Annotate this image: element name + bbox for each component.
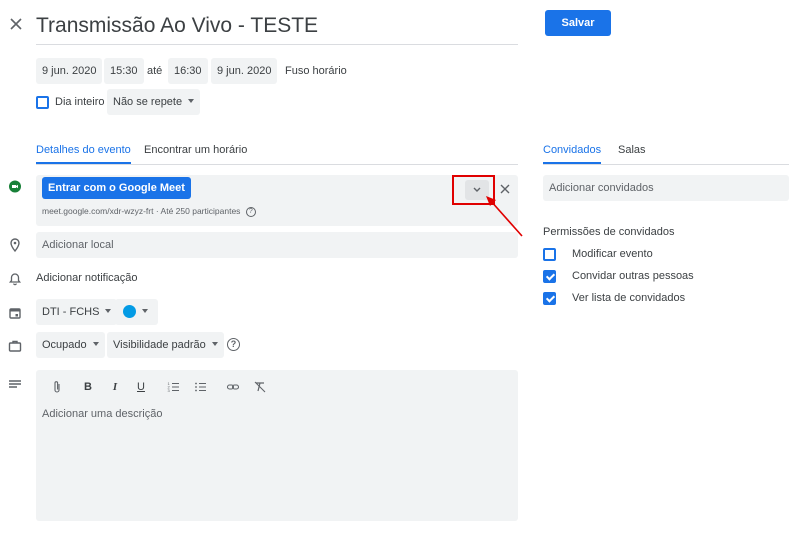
tab-find-time[interactable]: Encontrar um horário <box>144 143 247 157</box>
timezone-link[interactable]: Fuso horário <box>285 58 347 84</box>
bold-icon[interactable]: B <box>81 380 95 394</box>
permission-see-guest-list-label: Ver lista de convidados <box>572 292 686 304</box>
all-day-checkbox[interactable] <box>36 96 49 109</box>
visibility-dropdown-text: Visibilidade padrão <box>113 339 206 351</box>
visibility-dropdown[interactable]: Visibilidade padrão <box>107 332 224 358</box>
meet-info: meet.google.com/xdr-wzyz-frt · Até 250 p… <box>42 206 256 217</box>
all-day-label: Dia inteiro <box>55 96 105 108</box>
event-title-text: Transmissão Ao Vivo - TESTE <box>36 14 319 37</box>
end-time-text: 16:30 <box>174 65 202 77</box>
start-time-text: 15:30 <box>110 65 138 77</box>
event-color-swatch <box>123 304 136 318</box>
calendar-dropdown[interactable]: DTI - FCHS <box>36 299 118 325</box>
numbered-list-icon[interactable]: 123 <box>167 380 181 394</box>
svg-text:3: 3 <box>168 388 171 393</box>
chevron-down-icon <box>92 342 99 347</box>
help-icon[interactable]: ? <box>227 338 240 351</box>
location-input[interactable]: Adicionar local <box>36 232 518 258</box>
availability-dropdown[interactable]: Ocupado <box>36 332 105 358</box>
end-date-text: 9 jun. 2020 <box>217 65 272 77</box>
attachment-icon[interactable] <box>50 380 64 394</box>
start-date-text: 9 jun. 2020 <box>42 65 97 77</box>
close-icon[interactable] <box>8 16 24 32</box>
link-icon[interactable] <box>226 380 240 394</box>
availability-dropdown-text: Ocupado <box>42 339 87 351</box>
start-time-picker[interactable]: 15:30 <box>104 58 144 84</box>
permission-see-guest-list-checkbox[interactable] <box>543 292 556 305</box>
calendar-icon <box>7 305 23 321</box>
permission-invite-others-checkbox[interactable] <box>543 270 556 283</box>
google-meet-icon <box>7 179 23 195</box>
location-placeholder: Adicionar local <box>42 239 114 251</box>
add-notification-link[interactable]: Adicionar notificação <box>36 265 138 291</box>
until-label: até <box>147 65 163 77</box>
event-color-dropdown[interactable] <box>115 299 158 325</box>
italic-icon[interactable]: I <box>108 380 122 394</box>
save-button[interactable]: Salvar <box>545 10 611 36</box>
underline-icon[interactable]: U <box>134 380 148 394</box>
add-guests-input[interactable]: Adicionar convidados <box>543 175 789 201</box>
repeat-dropdown-text: Não se repete <box>113 96 183 108</box>
chevron-down-icon <box>211 342 218 347</box>
right-tabs-divider <box>543 164 789 165</box>
end-date-picker[interactable]: 9 jun. 2020 <box>211 58 278 84</box>
calendar-dropdown-text: DTI - FCHS <box>42 306 100 318</box>
event-title-input[interactable]: Transmissão Ao Vivo - TESTE <box>36 12 518 45</box>
join-google-meet-button[interactable]: Entrar com o Google Meet <box>42 177 191 199</box>
description-lines-icon <box>7 377 23 393</box>
permission-modify-event-label: Modificar evento <box>572 248 653 260</box>
guest-permissions-title: Permissões de convidados <box>543 226 675 238</box>
save-button-label: Salvar <box>561 17 595 29</box>
bulleted-list-icon[interactable] <box>194 380 208 394</box>
tab-event-details[interactable]: Detalhes do evento <box>36 143 131 157</box>
add-guests-placeholder: Adicionar convidados <box>549 182 654 194</box>
chevron-down-icon <box>142 309 148 314</box>
join-google-meet-label: Entrar com o Google Meet <box>48 182 185 194</box>
tab-guests[interactable]: Convidados <box>543 143 601 157</box>
briefcase-icon <box>7 338 23 354</box>
start-date-picker[interactable]: 9 jun. 2020 <box>36 58 103 84</box>
help-icon[interactable]: ? <box>245 206 256 217</box>
repeat-dropdown[interactable]: Não se repete <box>107 89 201 115</box>
end-time-picker[interactable]: 16:30 <box>168 58 208 84</box>
location-pin-icon <box>7 237 23 253</box>
meet-link-text: meet.google.com/xdr-wzyz-frt · Até 250 p… <box>42 206 241 216</box>
chevron-down-icon <box>105 309 112 314</box>
tab-rooms[interactable]: Salas <box>618 143 646 157</box>
bell-icon <box>7 271 23 287</box>
clear-formatting-icon[interactable] <box>253 380 267 394</box>
permission-invite-others-label: Convidar outras pessoas <box>572 270 694 282</box>
permission-modify-event-checkbox[interactable] <box>543 248 556 261</box>
tabs-divider <box>36 164 518 165</box>
chevron-down-icon <box>188 99 195 104</box>
description-placeholder: Adicionar uma descrição <box>42 408 163 420</box>
